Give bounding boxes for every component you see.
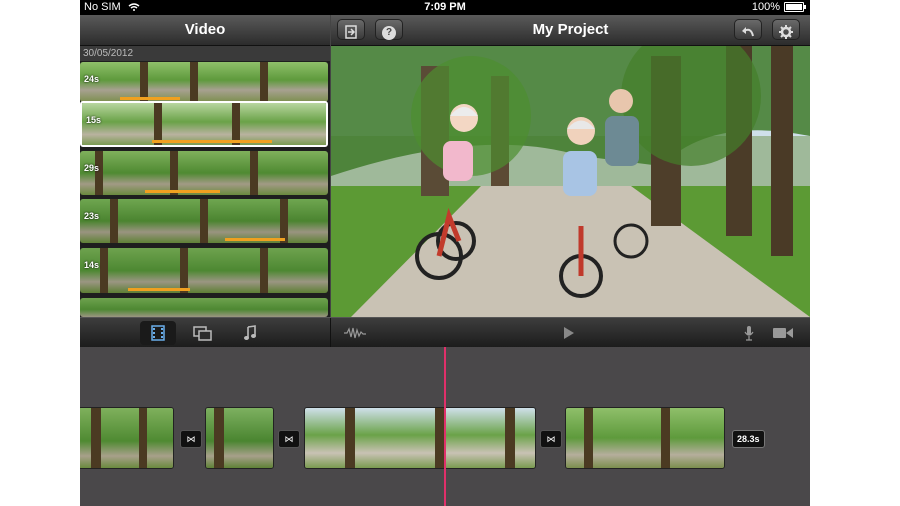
audio-waveform-button[interactable]: [342, 321, 368, 345]
status-bar: No SIM 7:09 PM 100%: [80, 0, 810, 15]
video-clip[interactable]: [80, 298, 328, 317]
transition-icon: ⋈: [186, 434, 196, 444]
media-toolbar: [80, 317, 810, 348]
undo-icon: [742, 26, 754, 36]
preview-scene: [331, 46, 810, 317]
transition-icon: ⋈: [284, 434, 294, 444]
project-timeline[interactable]: ⋈ ⋈ ⋈ 28.3s: [80, 347, 810, 506]
settings-button[interactable]: [772, 19, 800, 40]
project-duration-badge: 28.3s: [732, 430, 765, 448]
play-button[interactable]: [558, 321, 580, 345]
gear-icon: [779, 24, 793, 39]
clip-duration: 29s: [84, 163, 100, 173]
clip-used-marker: [145, 190, 220, 193]
photos-tab[interactable]: [188, 321, 218, 345]
clip-duration: 15s: [86, 115, 102, 125]
voiceover-button[interactable]: [739, 321, 759, 345]
clip-duration: 14s: [84, 260, 100, 270]
camera-button[interactable]: [770, 321, 796, 345]
play-icon: [564, 326, 574, 339]
import-button[interactable]: [337, 19, 365, 40]
timeline-clip[interactable]: [205, 407, 274, 469]
video-preview[interactable]: [331, 46, 810, 317]
project-header: My Project ?: [331, 15, 810, 46]
battery-icon: [784, 2, 806, 12]
undo-button[interactable]: [734, 19, 762, 40]
music-tab[interactable]: [235, 321, 265, 345]
clip-used-marker: [152, 140, 272, 143]
toolbar-divider: [330, 318, 331, 348]
video-clip[interactable]: 24s: [80, 62, 328, 102]
timeline-clip[interactable]: [565, 407, 725, 469]
camera-icon: [773, 327, 793, 338]
battery-percent: 100%: [751, 1, 780, 13]
playhead[interactable]: [444, 347, 446, 506]
date-header: 30/05/2012: [80, 46, 330, 61]
timeline-clip-selected[interactable]: [304, 407, 536, 469]
help-button[interactable]: ?: [375, 19, 403, 40]
video-tab[interactable]: [140, 321, 176, 345]
clip-used-marker: [225, 238, 285, 241]
photos-icon: [193, 326, 212, 341]
clip-duration: 24s: [84, 74, 100, 84]
video-browser: Video 30/05/2012 24s 15s 29s 23s 14s: [80, 15, 330, 317]
clip-used-marker: [120, 97, 180, 100]
waveform-icon: [344, 327, 366, 338]
transition-button[interactable]: ⋈: [180, 430, 202, 448]
transition-button[interactable]: ⋈: [278, 430, 300, 448]
clip-used-marker: [128, 288, 190, 291]
microphone-icon: [744, 325, 754, 341]
video-clip[interactable]: 14s: [80, 248, 328, 293]
music-note-icon: [244, 324, 256, 340]
import-icon: [345, 24, 357, 39]
video-clip-selected[interactable]: 15s: [80, 101, 328, 147]
help-icon: ?: [382, 26, 396, 40]
video-clip[interactable]: 29s: [80, 151, 328, 195]
clock: 7:09 PM: [424, 1, 466, 13]
clip-duration: 23s: [84, 211, 100, 221]
ipad-screen: No SIM 7:09 PM 100% Video 30/05/2012 24s…: [80, 0, 810, 506]
transition-button[interactable]: ⋈: [540, 430, 562, 448]
transition-icon: ⋈: [546, 434, 556, 444]
video-browser-title: Video: [80, 15, 330, 46]
video-clip[interactable]: 23s: [80, 199, 328, 243]
film-icon: [151, 325, 165, 341]
timeline-clip[interactable]: [80, 407, 174, 469]
